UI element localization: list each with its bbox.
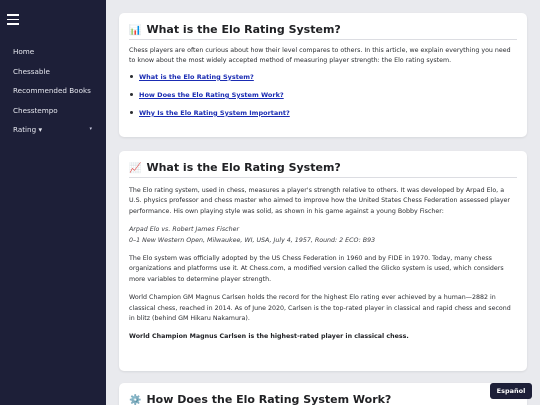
section1-paragraph-2: The Elo system was officially adopted by… [129, 255, 504, 283]
toc-item: How Does the Elo Rating System Work? [129, 90, 517, 100]
section2-heading: ⚙️ How Does the Elo Rating System Work? [129, 385, 517, 405]
intro-paragraph: Chess players are often curious about ho… [129, 47, 511, 65]
intro-heading: 📊 What is the Elo Rating System? [129, 15, 517, 40]
sidebar-item-rating-label: Rating ▾ [13, 125, 43, 134]
game-players: Arpad Elo vs. Robert James Fischer [129, 226, 240, 234]
how-elo-works-card: ⚙️ How Does the Elo Rating System Work? [119, 383, 527, 405]
section1-title: What is the Elo Rating System? [146, 161, 341, 174]
game-details: 0–1 New Western Open, Milwaukee, WI, USA… [129, 236, 376, 244]
sidebar-nav: Home Chessable Recommended Books Chesste… [0, 42, 106, 140]
sidebar: Home Chessable Recommended Books Chesste… [0, 0, 106, 405]
bar-chart-icon: 📊 [129, 25, 142, 36]
sidebar-item-chessable[interactable]: Chessable [0, 62, 106, 82]
table-of-contents: What is the Elo Rating System? How Does … [129, 72, 517, 118]
section1-heading: 📈 What is the Elo Rating System? [129, 153, 517, 178]
section1-paragraph-3: World Champion GM Magnus Carlsen holds t… [129, 294, 511, 323]
toc-link-why-elo-important[interactable]: Why Is the Elo Rating System Important? [139, 109, 290, 117]
what-is-elo-card: 📈 What is the Elo Rating System? The Elo… [119, 151, 527, 371]
language-toggle-button[interactable]: Español [490, 383, 532, 399]
hamburger-menu-icon[interactable] [7, 14, 19, 26]
toc-link-what-is-elo[interactable]: What is the Elo Rating System? [139, 73, 254, 81]
toc-item: What is the Elo Rating System? [129, 72, 517, 82]
intro-card: 📊 What is the Elo Rating System? Chess p… [119, 13, 527, 137]
game-reference: Arpad Elo vs. Robert James Fischer 0–1 N… [129, 225, 517, 246]
sidebar-item-recommended-books[interactable]: Recommended Books [0, 81, 106, 101]
intro-title: What is the Elo Rating System? [146, 23, 341, 36]
toc-item: Why Is the Elo Rating System Important? [129, 108, 517, 118]
sidebar-item-chesstempo[interactable]: Chesstempo [0, 101, 106, 121]
chevron-down-icon: ▾ [89, 126, 92, 132]
section1-paragraph-4: World Champion Magnus Carlsen is the hig… [129, 333, 409, 341]
toc-link-how-elo-works[interactable]: How Does the Elo Rating System Work? [139, 91, 284, 99]
sidebar-item-home[interactable]: Home [0, 42, 106, 62]
chart-increasing-icon: 📈 [129, 163, 142, 174]
section1-paragraph-1: The Elo rating system, used in chess, me… [129, 187, 511, 215]
main-content: 📊 What is the Elo Rating System? Chess p… [106, 0, 540, 405]
gear-icon: ⚙️ [129, 395, 142, 405]
section2-title: How Does the Elo Rating System Work? [146, 393, 392, 405]
sidebar-item-rating[interactable]: Rating ▾ ▾ [0, 120, 106, 140]
